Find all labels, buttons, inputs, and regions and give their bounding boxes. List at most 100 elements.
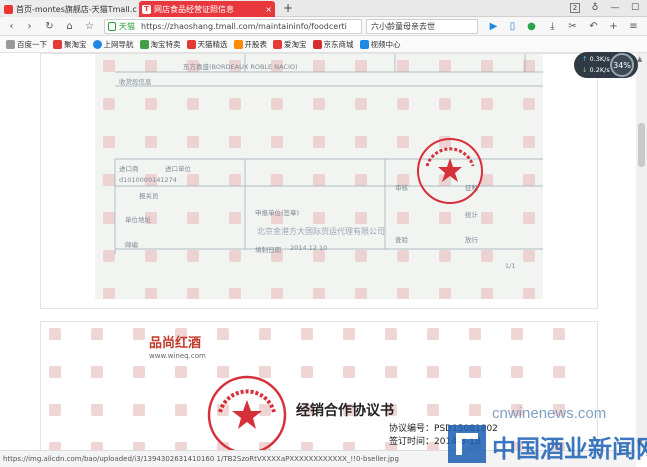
upload-speed: ↑ 0.3K/s (582, 55, 610, 63)
search-box[interactable]: 六小龄童母亲去世 (366, 19, 478, 34)
tab-montes-store[interactable]: 首页-montes旗舰店-天猫Tmall.com (1, 1, 137, 17)
minimize-button[interactable]: — (606, 1, 624, 15)
bookmark-item[interactable]: 上网导航 (92, 39, 134, 50)
tmall-favicon-icon (4, 4, 13, 14)
site-watermark: cnwinenews.com 中国酒业新闻网 (440, 403, 647, 465)
play-icon[interactable]: ▶ (486, 19, 501, 34)
label-review: 审核 (395, 184, 408, 192)
watermark-tile-icon (343, 328, 355, 340)
watermark-tile-icon (217, 328, 229, 340)
tmall-favicon-icon: T (142, 4, 151, 14)
watermark-tile-icon (91, 404, 103, 416)
watermark-tile-icon (301, 442, 313, 450)
bookmark-item[interactable]: 京东商城 (312, 39, 354, 50)
watermark-tile-icon (133, 442, 145, 450)
watermark-tile-icon (343, 366, 355, 378)
reload-icon[interactable]: ↻ (42, 19, 57, 34)
maximize-button[interactable]: ☐ (626, 1, 644, 15)
watermark-tile-icon (133, 404, 145, 416)
taobao-icon (53, 39, 62, 49)
lock-icon (108, 22, 116, 31)
scissors-icon[interactable]: ✂ (565, 19, 580, 34)
label-contact: 邮编 (125, 241, 138, 249)
bookmark-icon (139, 39, 149, 49)
vertical-scrollbar[interactable]: ▲ ▼ (636, 53, 647, 450)
menu-icon[interactable]: ≡ (626, 19, 641, 34)
bookmark-item[interactable]: 百度一下 (6, 39, 47, 50)
watermark-tile-icon (301, 366, 313, 378)
network-speed-widget[interactable]: ↑ 0.3K/s ↓ 0.2K/s 34% (574, 52, 638, 78)
watermark-name: 中国酒业新闻网 (492, 435, 647, 463)
video-icon (359, 39, 369, 49)
memory-percent: 34% (610, 53, 634, 77)
consignee-line: 东方嘉盛(BORDEAUX ROBLE NACIO) (183, 63, 298, 71)
bookmark-item[interactable]: 天猫精选 (186, 39, 228, 50)
bookmark-item[interactable]: 视频中心 (359, 39, 401, 50)
watermark-tile-icon (259, 328, 271, 340)
watermark-tile-icon (175, 442, 187, 450)
address-bar[interactable]: 天猫 https://zhaoshang.tmall.com/maintaini… (104, 19, 362, 34)
watermark-tile-icon (469, 366, 481, 378)
download-icon[interactable]: ⤓ (545, 19, 560, 34)
bookmark-item[interactable]: 聚淘宝 (53, 39, 87, 50)
status-url: https://img.alicdn.com/bao/uploaded/i3/1… (3, 455, 399, 463)
back-icon[interactable]: ‹ (4, 19, 19, 34)
watermark-tile-icon (133, 366, 145, 378)
bookmark-item[interactable]: 开股表 (233, 39, 267, 50)
watermark-tile-icon (427, 328, 439, 340)
watermark-tile-icon (553, 328, 565, 340)
new-tab-button[interactable]: + (279, 1, 297, 15)
customs-declaration-image: 东方嘉盛(BORDEAUX ROBLE NACIO) 收货段信息 进口商 进口单… (95, 54, 543, 299)
watermark-tile-icon (175, 366, 187, 378)
watermark-tile-icon (553, 366, 565, 378)
col-importer-unit: 进口单位 (165, 165, 191, 173)
tab-food-certificate[interactable]: T 网店食品经营证照信息 × (139, 1, 275, 17)
taobao-icon (273, 39, 282, 49)
watermark-tile-icon (49, 404, 61, 416)
home-icon[interactable]: ⌂ (62, 19, 77, 34)
fill-date: 2014.12.10 (290, 244, 328, 252)
address-toolbar: ‹ › ↻ ⌂ ☆ 天猫 https://zhaoshang.tmall.com… (0, 17, 647, 36)
declaration-company: 北京金港方大国际货运代理有限公司 (257, 227, 385, 236)
plus-icon[interactable]: + (606, 19, 621, 34)
brand-logo: 品尚红酒 (149, 336, 202, 351)
star-icon[interactable]: ☆ (82, 19, 97, 34)
watermark-tile-icon (175, 404, 187, 416)
fill-date-label: 填制日期 (255, 246, 281, 254)
watermark-tile-icon (91, 328, 103, 340)
watermark-tile-icon (133, 328, 145, 340)
site-label: 天猫 (119, 22, 135, 31)
forward-icon[interactable]: › (22, 19, 37, 34)
watermark-tile-icon (511, 328, 523, 340)
page-number: 1/1 (505, 262, 516, 270)
page-content: 东方嘉盛(BORDEAUX ROBLE NACIO) 收货段信息 进口商 进口单… (0, 53, 636, 450)
watermark-tile-icon (385, 328, 397, 340)
phone-icon[interactable]: ▯ (505, 19, 520, 34)
sign-time-label: 签订时间： (389, 437, 435, 447)
watermark-tile-icon (385, 366, 397, 378)
bookmark-item[interactable]: 爱淘宝 (273, 39, 307, 50)
tab-title: 网店食品经营证照信息 (154, 4, 234, 14)
company-seal-icon (417, 138, 483, 204)
download-speed: ↓ 0.2K/s (582, 66, 610, 74)
watermark-site: cnwinenews.com (492, 405, 607, 422)
bookmark-item[interactable]: 淘宝特卖 (139, 39, 181, 50)
undo-icon[interactable]: ↶ (586, 19, 601, 34)
agreement-title: 经销合作协议书 (296, 403, 394, 419)
tab-count-badge[interactable]: 2 (566, 1, 584, 15)
url-text: https://zhaoshang.tmall.com/maintaininfo… (141, 22, 347, 31)
globe-icon (92, 39, 102, 49)
chat-icon[interactable]: ● (524, 19, 539, 34)
restore-icon[interactable]: ♁ (586, 1, 604, 15)
folder-icon (6, 39, 15, 49)
watermark-tile-icon (49, 366, 61, 378)
serial-number: d1010000141274 (119, 176, 177, 184)
col-importer: 进口商 (119, 165, 139, 173)
watermark-tile-icon (343, 442, 355, 450)
close-tab-icon[interactable]: × (265, 5, 272, 14)
search-text: 六小龄童母亲去世 (371, 22, 435, 31)
label-info: 收货段信息 (119, 78, 152, 86)
tab-bar: 首页-montes旗舰店-天猫Tmall.com T 网店食品经营证照信息 × … (0, 0, 647, 17)
label-stat: 统计 (465, 211, 478, 219)
scrollbar-thumb[interactable] (638, 123, 645, 167)
